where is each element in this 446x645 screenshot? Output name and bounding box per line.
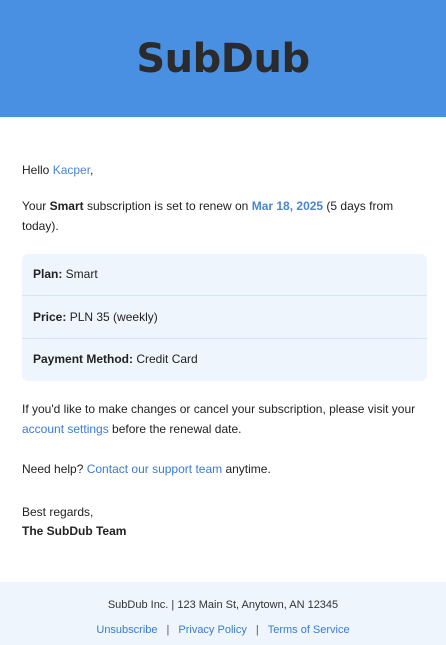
help-suffix: anytime. <box>222 462 271 476</box>
detail-payment-label: Payment Method: <box>33 352 134 366</box>
detail-payment: Payment Method: Credit Card <box>33 349 417 369</box>
greeting-prefix: Hello <box>22 163 53 177</box>
renewal-notice: Your Smart subscription is set to renew … <box>22 196 427 236</box>
account-settings-link[interactable]: account settings <box>22 422 109 436</box>
detail-plan: Plan: Smart <box>33 264 417 284</box>
changes-paragraph: If you'd like to make changes or cancel … <box>22 399 427 439</box>
team-signature: The SubDub Team <box>22 524 127 538</box>
email-footer: SubDub Inc. | 123 Main St, Anytown, AN 1… <box>0 582 446 645</box>
help-prefix: Need help? <box>22 462 87 476</box>
help-paragraph: Need help? Contact our support team anyt… <box>22 459 427 479</box>
plan-name: Smart <box>49 199 84 213</box>
email-header: SubDub <box>0 0 446 117</box>
footer-separator: | <box>255 624 259 636</box>
renewal-middle: subscription is set to renew on <box>83 199 252 213</box>
detail-plan-value: Smart <box>62 267 98 281</box>
greeting-suffix: , <box>90 163 94 177</box>
detail-divider <box>22 295 427 296</box>
detail-price-value: PLN 35 (weekly) <box>66 310 158 324</box>
subscription-details-panel: Plan: Smart Price: PLN 35 (weekly) Payme… <box>22 254 427 381</box>
detail-price-label: Price: <box>33 310 67 324</box>
terms-of-service-link[interactable]: Terms of Service <box>268 624 350 636</box>
footer-address: SubDub Inc. | 123 Main St, Anytown, AN 1… <box>107 599 339 611</box>
detail-plan-label: Plan: <box>33 267 63 281</box>
detail-price: Price: PLN 35 (weekly) <box>33 307 417 327</box>
footer-links: Unsubscribe | Privacy Policy | Terms of Serv… <box>0 622 446 638</box>
unsubscribe-link[interactable]: Unsubscribe <box>96 624 157 636</box>
greeting: Hello Kacper, <box>22 160 427 180</box>
renewal-date: Mar 18, 2025 <box>251 199 324 213</box>
user-name: Kacper <box>52 163 91 177</box>
brand-logo: SubDub <box>136 35 310 82</box>
changes-prefix: If you'd like to make changes or cancel … <box>22 402 416 416</box>
contact-support-link[interactable]: Contact our support team <box>87 462 222 476</box>
privacy-policy-link[interactable]: Privacy Policy <box>178 624 246 636</box>
footer-separator: | <box>166 624 170 636</box>
signoff: Best regards, <box>22 505 94 519</box>
renewal-prefix: Your <box>22 199 50 213</box>
detail-payment-value: Credit Card <box>133 352 198 366</box>
changes-suffix: before the renewal date. <box>108 422 242 436</box>
detail-divider <box>22 338 427 339</box>
